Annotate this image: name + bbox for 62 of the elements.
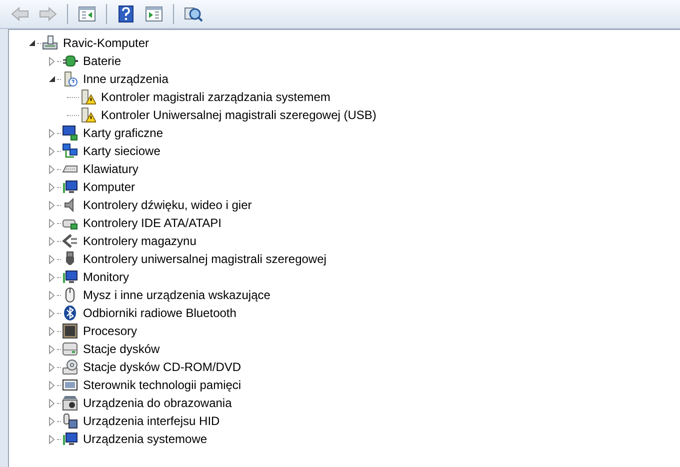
camera-icon xyxy=(62,395,78,411)
network-icon xyxy=(62,143,78,159)
collapse-arrow[interactable] xyxy=(47,74,57,84)
tree-item[interactable]: Stacje dysków CD-ROM/DVD xyxy=(82,359,242,375)
tree-item[interactable]: Mysz i inne urządzenia wskazujące xyxy=(82,287,272,303)
tree-item[interactable]: Urządzenia interfejsu HID xyxy=(82,413,221,429)
monitor-icon xyxy=(62,179,78,195)
expand-arrow[interactable] xyxy=(47,182,57,192)
expand-arrow[interactable] xyxy=(47,272,57,282)
expand-arrow[interactable] xyxy=(47,398,57,408)
expand-arrow[interactable] xyxy=(47,380,57,390)
tree-item[interactable]: Kontroler Uniwersalnej magistrali szeregowej (USB) xyxy=(100,107,378,123)
expand-arrow[interactable] xyxy=(47,200,57,210)
tree-item[interactable]: Komputer xyxy=(82,179,136,195)
tree-item[interactable]: Ravic-Komputer xyxy=(62,35,150,51)
monitor-icon xyxy=(62,431,78,447)
memory-card-icon xyxy=(62,377,78,393)
battery-icon xyxy=(62,53,78,69)
tree-item[interactable]: Kontrolery magazynu xyxy=(82,233,198,249)
warning-device-icon xyxy=(80,89,96,105)
expand-arrow[interactable] xyxy=(47,218,57,228)
expand-arrow[interactable] xyxy=(47,434,57,444)
expand-arrow[interactable] xyxy=(47,146,57,156)
tree-item[interactable]: Stacje dysków xyxy=(82,341,161,357)
tree-item[interactable]: Karty graficzne xyxy=(82,125,164,141)
tree-item[interactable]: Inne urządzenia xyxy=(82,71,170,87)
expand-arrow[interactable] xyxy=(47,344,57,354)
tree-item[interactable]: Urządzenia do obrazowania xyxy=(82,395,233,411)
tree-item[interactable]: Kontrolery uniwersalnej magistrali szeregowej xyxy=(82,251,328,267)
processor-chip-icon xyxy=(62,323,78,339)
display-card-icon xyxy=(62,125,78,141)
collapse-arrow[interactable] xyxy=(27,38,37,48)
expand-arrow[interactable] xyxy=(47,128,57,138)
storage-controller-icon xyxy=(62,233,78,249)
expand-arrow[interactable] xyxy=(47,290,57,300)
tree-item[interactable]: Kontroler magistrali zarządzania systemem xyxy=(100,89,332,105)
expand-arrow[interactable] xyxy=(47,326,57,336)
question-device-icon xyxy=(62,71,78,87)
warning-device-icon xyxy=(80,107,96,123)
computer-icon xyxy=(42,35,58,51)
hid-device-icon xyxy=(62,413,78,429)
expand-arrow[interactable] xyxy=(47,56,57,66)
tree-item[interactable]: Baterie xyxy=(82,53,122,69)
tree-item[interactable]: Sterownik technologii pamięci xyxy=(82,377,242,393)
tree-item[interactable]: Urządzenia systemowe xyxy=(82,431,208,447)
monitor-icon xyxy=(62,269,78,285)
tree-item[interactable]: Procesory xyxy=(82,323,138,339)
disk-drive-icon xyxy=(62,341,78,357)
expand-arrow[interactable] xyxy=(47,164,57,174)
expand-arrow[interactable] xyxy=(47,362,57,372)
optical-drive-icon xyxy=(62,359,78,375)
tree-item[interactable]: Kontrolery dźwięku, wideo i gier xyxy=(82,197,253,213)
bluetooth-icon xyxy=(62,305,78,321)
expand-arrow[interactable] xyxy=(47,236,57,246)
expand-arrow[interactable] xyxy=(47,308,57,318)
tree-item[interactable]: Odbiorniki radiowe Bluetooth xyxy=(82,305,238,321)
expand-arrow[interactable] xyxy=(47,416,57,426)
tree-item[interactable]: Kontrolery IDE ATA/ATAPI xyxy=(82,215,222,231)
tree-item[interactable]: Monitory xyxy=(82,269,130,285)
tree-item[interactable]: Klawiatury xyxy=(82,161,140,177)
expand-arrow[interactable] xyxy=(47,254,57,264)
tree-item[interactable]: Karty sieciowe xyxy=(82,143,162,159)
